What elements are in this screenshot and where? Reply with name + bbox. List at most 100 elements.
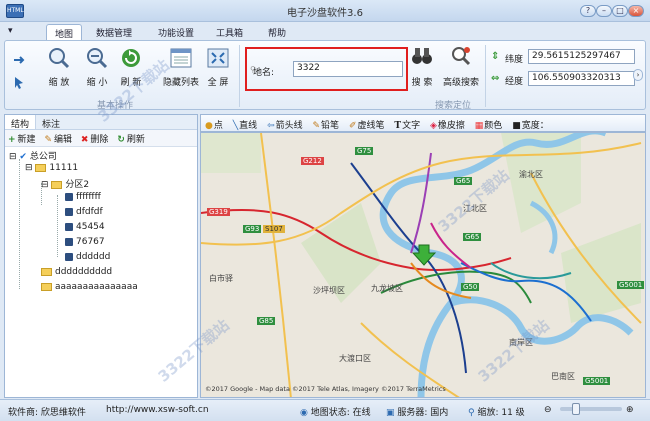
- line-tool[interactable]: ╲直线: [233, 118, 257, 131]
- tree-leaf[interactable]: dfdfdf: [65, 207, 103, 217]
- color-label: 颜色: [484, 121, 503, 131]
- select-arrow-icon: [12, 75, 26, 89]
- hide-list-label: 隐藏列表: [162, 78, 199, 88]
- tab-annotation[interactable]: 标注: [36, 115, 66, 130]
- tree-leaf[interactable]: ffffffff: [65, 192, 101, 202]
- maximize-button[interactable]: □: [612, 5, 628, 17]
- expand-icon[interactable]: ⊟: [9, 152, 17, 162]
- longitude-field[interactable]: 106.550903320313: [528, 71, 635, 86]
- longitude-arrow-icon: ⇔: [491, 73, 500, 84]
- zoom-in-button[interactable]: 缩 放: [45, 47, 73, 88]
- arrow-icon: ⇦: [267, 121, 275, 131]
- point-tool[interactable]: ●点: [205, 118, 223, 131]
- latitude-field[interactable]: 29.5615125297467: [528, 49, 635, 64]
- place-label: 大渡口区: [339, 354, 371, 363]
- dashed-pen-tool[interactable]: ✐虚线笔: [349, 118, 385, 131]
- zoom-out-button[interactable]: 缩 小: [83, 47, 111, 88]
- menu-bar: ▾ 地图 数据管理 功能设置 工具箱 帮助: [0, 22, 650, 40]
- zoom-slider[interactable]: [560, 407, 622, 411]
- marker-icon: [65, 222, 73, 231]
- refresh-tree-button[interactable]: ↻ 刷新: [117, 132, 145, 145]
- fullscreen-button[interactable]: 全 屏: [205, 47, 231, 88]
- road-label: G319: [207, 208, 230, 216]
- tree-leaf[interactable]: 76767: [65, 237, 105, 247]
- tree-node[interactable]: aaaaaaaaaaaaaaa: [41, 282, 138, 292]
- tree-node-label: ffffffff: [76, 192, 101, 202]
- status-bar: 软件商: 欣思维软件 http://www.xsw-soft.cn ◉ 地图状态…: [0, 399, 650, 421]
- arrow-tool[interactable]: ⇦箭头线: [267, 118, 303, 131]
- list-window-icon: [170, 47, 192, 69]
- close-button[interactable]: ×: [628, 5, 644, 17]
- color-tool[interactable]: ▦颜色: [475, 118, 503, 131]
- vendor-text: 软件商: 欣思维软件: [8, 408, 86, 418]
- hide-list-button[interactable]: 隐藏列表: [161, 47, 201, 88]
- tree-guide-line: [57, 195, 58, 257]
- delete-x-icon: ✖: [80, 135, 89, 145]
- zoom-out-small-icon[interactable]: ⊖: [544, 405, 552, 415]
- advanced-search-button[interactable]: 高级搜索: [441, 45, 481, 88]
- point-label: 点: [213, 121, 223, 131]
- longitude-label: 经度: [505, 77, 524, 87]
- place-label: 南岸区: [509, 338, 533, 347]
- search-group-label: 搜索定位: [435, 101, 472, 111]
- select-tool-button[interactable]: [9, 75, 29, 89]
- width-swatch-icon: ■: [512, 121, 521, 131]
- delete-label: 删除: [90, 135, 109, 145]
- tree-node-root[interactable]: ⊟ ✔ 总公司: [9, 149, 57, 162]
- tree-node-label: 76767: [76, 237, 105, 247]
- tab-function-settings[interactable]: 功能设置: [150, 24, 202, 40]
- tree-leaf[interactable]: dddddd: [65, 252, 110, 262]
- tree-guide-line: [19, 159, 20, 289]
- website-link[interactable]: http://www.xsw-soft.cn: [106, 405, 209, 415]
- tab-map[interactable]: 地图: [46, 24, 83, 40]
- tree-node[interactable]: ⊟ 分区2: [41, 177, 89, 190]
- place-name-input[interactable]: 3322: [293, 61, 403, 77]
- delete-button[interactable]: ✖ 删除: [81, 132, 109, 145]
- tree-node[interactable]: ⊟ 11111: [25, 163, 78, 173]
- tree-node[interactable]: dddddddddd: [41, 267, 112, 277]
- quick-access-icon[interactable]: ▾: [4, 24, 17, 40]
- tab-help[interactable]: 帮助: [260, 24, 294, 40]
- tab-data-management[interactable]: 数据管理: [88, 24, 140, 40]
- marker-icon: [65, 237, 73, 246]
- edit-button[interactable]: ✎ 编辑: [44, 132, 72, 145]
- new-button[interactable]: + 新建: [8, 132, 36, 145]
- help-icon[interactable]: ?: [580, 5, 596, 17]
- map-attribution: ©2017 Google - Map data ©2017 Tele Atlas…: [205, 385, 446, 393]
- text-tool[interactable]: T文字: [394, 118, 420, 131]
- ribbon-scroll-right-icon[interactable]: ›: [633, 69, 643, 81]
- tab-structure[interactable]: 结构: [5, 115, 37, 130]
- tree-node-label: 45454: [76, 222, 105, 232]
- map-view[interactable]: G212 G75 G65 G319 G93 S107 G65 G50 G5001…: [200, 132, 646, 398]
- road-label: S107: [263, 225, 285, 233]
- tree-leaf[interactable]: 45454: [65, 222, 105, 232]
- zoom-in-label: 缩 放: [48, 78, 70, 88]
- pencil-icon: ✎: [312, 121, 321, 131]
- window-title: 电子沙盘软件3.6: [287, 8, 363, 19]
- marker-icon: [65, 207, 73, 216]
- pencil-tool[interactable]: ✎铅笔: [313, 118, 340, 131]
- eraser-tool[interactable]: ◈橡皮擦: [430, 118, 465, 131]
- tree-node-label: dddddddddd: [55, 267, 113, 277]
- marker-icon: [65, 252, 73, 261]
- tab-toolbox[interactable]: 工具箱: [208, 24, 251, 40]
- basic-ops-group-label: 基本操作: [97, 101, 134, 111]
- minimize-button[interactable]: –: [596, 5, 612, 17]
- road-label: G50: [461, 283, 480, 291]
- group-separator: [485, 45, 486, 107]
- refresh-button[interactable]: 刷 新: [117, 47, 145, 88]
- place-label: 巴南区: [551, 372, 575, 381]
- road-label: G93: [243, 225, 262, 233]
- zoom-slider-handle[interactable]: [572, 403, 580, 415]
- zoom-icon: ⚲: [468, 408, 475, 418]
- new-label: 新建: [17, 135, 36, 145]
- globe-icon: ◉: [300, 408, 308, 418]
- width-tool[interactable]: ■宽度：: [512, 118, 549, 131]
- zoom-in-small-icon[interactable]: ⊕: [626, 405, 634, 415]
- expand-icon[interactable]: ⊟: [25, 163, 33, 173]
- expand-icon[interactable]: ⊟: [41, 180, 49, 190]
- map-canvas: [201, 133, 645, 397]
- search-button[interactable]: 搜 索: [409, 45, 435, 88]
- pan-tool-button[interactable]: [9, 53, 29, 67]
- road-label: G5001: [617, 281, 645, 289]
